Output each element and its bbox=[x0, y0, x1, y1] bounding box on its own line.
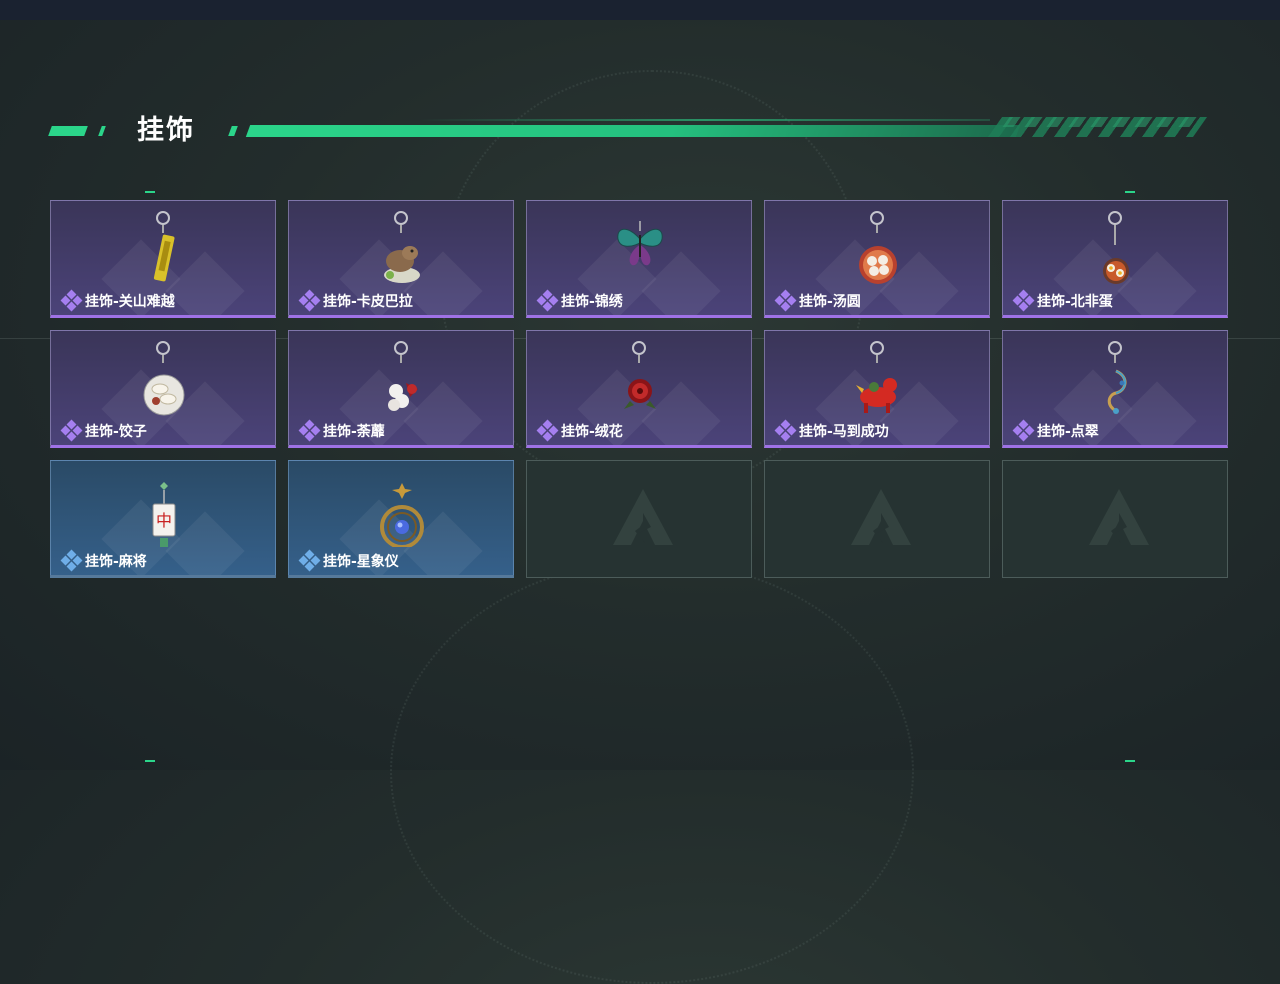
rarity-diamond-icon bbox=[60, 549, 83, 572]
charm-name: 挂饰-绒花 bbox=[561, 424, 623, 440]
charm-name: 挂饰-马到成功 bbox=[799, 424, 889, 440]
kingfisher-ornament-icon bbox=[1107, 369, 1127, 414]
keyring-icon bbox=[870, 211, 884, 225]
keyring-icon bbox=[156, 341, 170, 355]
rarity-diamond-icon bbox=[536, 289, 559, 312]
empty-slot bbox=[1002, 460, 1228, 578]
rarity-diamond-icon bbox=[536, 419, 559, 442]
charm-card[interactable]: 挂饰-北非蛋 bbox=[1002, 200, 1228, 318]
charm-name: 挂饰-北非蛋 bbox=[1037, 294, 1113, 310]
game-logo-placeholder-icon bbox=[851, 489, 911, 545]
rarity-diamond-icon bbox=[60, 289, 83, 312]
header-checker-pattern bbox=[1002, 117, 1204, 127]
rarity-diamond-icon bbox=[60, 419, 83, 442]
red-velvet-flower-icon bbox=[624, 379, 656, 409]
charm-card[interactable]: 挂饰-绒花 bbox=[526, 330, 752, 448]
keyring-icon bbox=[156, 211, 170, 225]
rarity-diamond-icon bbox=[1012, 419, 1035, 442]
charm-name: 挂饰-关山难越 bbox=[85, 294, 175, 310]
svg-text:中: 中 bbox=[156, 511, 172, 530]
charm-card[interactable]: 挂饰-点翠 bbox=[1002, 330, 1228, 448]
keyring-icon bbox=[394, 211, 408, 225]
butterfly-icon bbox=[617, 221, 663, 266]
charm-grid: 挂饰-关山难越 挂饰-卡皮巴拉 挂饰-锦绣 挂饰-汤圆 挂饰-北非蛋 挂饰-饺子… bbox=[50, 200, 1230, 580]
header-thin-line bbox=[420, 119, 990, 121]
charm-card[interactable]: 挂饰-卡皮巴拉 bbox=[288, 200, 514, 318]
keyring-icon bbox=[1108, 341, 1122, 355]
red-horse-icon bbox=[856, 378, 897, 413]
corner-marker bbox=[1125, 191, 1135, 193]
charm-name: 挂饰-星象仪 bbox=[323, 554, 399, 570]
game-logo-placeholder-icon bbox=[1089, 489, 1149, 545]
keyring-icon bbox=[394, 341, 408, 355]
charm-name: 挂饰-荼蘼 bbox=[323, 424, 385, 440]
section-title: 挂饰 bbox=[137, 115, 195, 146]
capybara-icon bbox=[384, 246, 420, 283]
charm-name: 挂饰-点翠 bbox=[1037, 424, 1099, 440]
rarity-diamond-icon bbox=[298, 419, 321, 442]
charm-name: 挂饰-汤圆 bbox=[799, 294, 861, 310]
rarity-diamond-icon bbox=[774, 419, 797, 442]
charm-card[interactable]: 挂饰-关山难越 bbox=[50, 200, 276, 318]
mahjong-tile-icon: 中 bbox=[152, 482, 176, 547]
header-accent-bar bbox=[98, 126, 106, 136]
dumpling-plate-icon bbox=[143, 374, 185, 416]
charm-card[interactable]: 中 挂饰-麻将 bbox=[50, 460, 276, 578]
astrolabe-icon bbox=[380, 483, 424, 547]
charm-name: 挂饰-麻将 bbox=[85, 554, 147, 570]
keyring-icon bbox=[870, 341, 884, 355]
corner-marker bbox=[145, 191, 155, 193]
charm-card[interactable]: 挂饰-锦绣 bbox=[526, 200, 752, 318]
flower-bunch-icon bbox=[388, 383, 418, 411]
header-long-bar bbox=[245, 125, 1021, 137]
yellow-talisman-icon bbox=[153, 234, 175, 282]
charm-name: 挂饰-卡皮巴拉 bbox=[323, 294, 413, 310]
charm-card[interactable]: 挂饰-马到成功 bbox=[764, 330, 990, 448]
game-logo-placeholder-icon bbox=[613, 489, 673, 545]
keyring-icon bbox=[1108, 211, 1122, 225]
header-accent-bar bbox=[228, 126, 238, 136]
empty-slot bbox=[764, 460, 990, 578]
charm-card[interactable]: 挂饰-星象仪 bbox=[288, 460, 514, 578]
charm-card[interactable]: 挂饰-饺子 bbox=[50, 330, 276, 448]
corner-marker bbox=[1125, 760, 1135, 762]
top-band bbox=[0, 0, 1280, 20]
keyring-icon bbox=[632, 341, 646, 355]
rarity-diamond-icon bbox=[298, 549, 321, 572]
rarity-diamond-icon bbox=[774, 289, 797, 312]
charm-card[interactable]: 挂饰-荼蘼 bbox=[288, 330, 514, 448]
corner-marker bbox=[145, 760, 155, 762]
tangyuan-bowl-icon bbox=[859, 246, 897, 284]
header-accent-bar bbox=[48, 126, 88, 136]
charm-name: 挂饰-饺子 bbox=[85, 424, 147, 440]
charm-card[interactable]: 挂饰-汤圆 bbox=[764, 200, 990, 318]
shakshuka-icon bbox=[1103, 258, 1129, 284]
charm-name: 挂饰-锦绣 bbox=[561, 294, 623, 310]
background-ring-decoration bbox=[390, 560, 914, 984]
rarity-diamond-icon bbox=[298, 289, 321, 312]
empty-slot bbox=[526, 460, 752, 578]
rarity-diamond-icon bbox=[1012, 289, 1035, 312]
